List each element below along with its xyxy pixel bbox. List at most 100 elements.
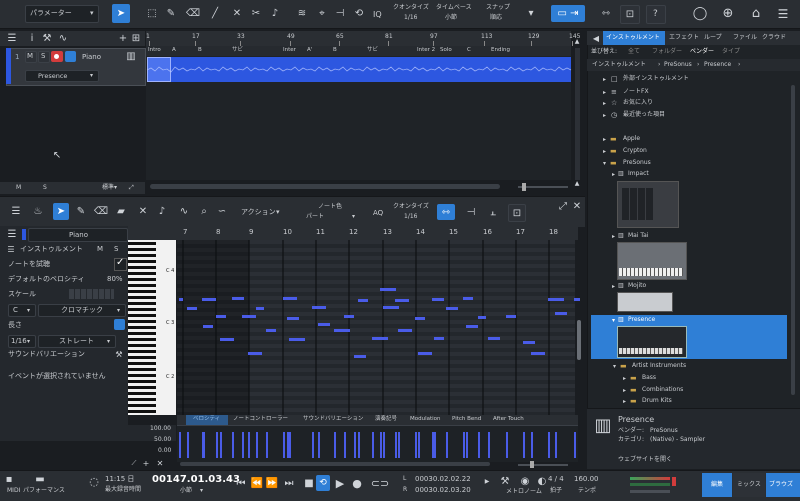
track-monitor-button[interactable] bbox=[65, 51, 76, 62]
midi-note[interactable] bbox=[488, 337, 500, 340]
velocity-bar[interactable] bbox=[358, 432, 360, 458]
midi-note[interactable] bbox=[523, 341, 535, 344]
inspector-list-icon-2[interactable]: ☰ bbox=[6, 244, 16, 254]
midi-note[interactable] bbox=[380, 288, 396, 291]
velocity-bar[interactable] bbox=[434, 432, 436, 458]
browser-preset-folder[interactable]: Drum Kits bbox=[642, 398, 672, 404]
midi-note[interactable] bbox=[202, 298, 216, 301]
paint-tool-icon[interactable]: ╱ bbox=[206, 4, 224, 23]
lane-tab[interactable]: 演奏記号 bbox=[375, 416, 397, 423]
close-icon[interactable]: ✕ bbox=[572, 201, 582, 212]
midi-note[interactable] bbox=[398, 329, 412, 332]
track-options-icon[interactable]: ⊞ bbox=[130, 31, 142, 46]
chevron-right-icon[interactable]: ▸ bbox=[612, 172, 615, 178]
editor-list-icon[interactable]: ☰ bbox=[8, 202, 24, 220]
midi-note[interactable] bbox=[203, 325, 213, 328]
arrange-scroll-down-icon[interactable]: ▲ bbox=[572, 178, 582, 188]
record-icon[interactable]: ● bbox=[350, 476, 364, 490]
rewind-icon[interactable]: ⏪ bbox=[251, 476, 263, 490]
black-key[interactable] bbox=[128, 386, 156, 389]
black-key[interactable] bbox=[128, 380, 156, 383]
footer-mute-label[interactable]: M bbox=[16, 185, 21, 191]
velocity-bar[interactable] bbox=[574, 432, 576, 458]
black-key[interactable] bbox=[128, 362, 156, 365]
browser-scrollbar[interactable] bbox=[791, 85, 795, 395]
transient-icon[interactable]: ⟲ bbox=[350, 4, 368, 23]
black-key[interactable] bbox=[128, 344, 156, 347]
midi-note[interactable] bbox=[334, 329, 350, 332]
midi-note[interactable] bbox=[432, 298, 444, 301]
black-key[interactable] bbox=[128, 266, 156, 269]
midi-note[interactable] bbox=[383, 306, 399, 309]
back-arrow-icon[interactable]: ◀ bbox=[591, 32, 601, 44]
editor-zoom-handle[interactable] bbox=[530, 461, 534, 468]
marker-label[interactable]: Inter 2 bbox=[417, 47, 435, 54]
browser-instrument[interactable]: Mai Tai bbox=[628, 233, 648, 239]
midi-note[interactable] bbox=[463, 297, 473, 300]
velocity-bar[interactable] bbox=[380, 432, 382, 458]
piano-keyboard[interactable] bbox=[128, 240, 176, 415]
velocity-bar[interactable] bbox=[283, 432, 285, 458]
velocity-bar[interactable] bbox=[506, 432, 508, 458]
chevron-right-icon[interactable]: ▾ bbox=[613, 364, 616, 370]
black-key[interactable] bbox=[128, 404, 156, 407]
velocity-lane[interactable] bbox=[177, 425, 578, 462]
velocity-bar[interactable] bbox=[383, 432, 385, 458]
marker-label[interactable]: A' bbox=[307, 47, 312, 54]
parameter-dropdown[interactable]: パラメーター ▾ bbox=[25, 5, 99, 23]
black-key[interactable] bbox=[128, 260, 156, 263]
black-key[interactable] bbox=[128, 374, 156, 377]
lane-add-icon[interactable]: + bbox=[141, 459, 151, 468]
audio-bend-icon[interactable]: ⊣ bbox=[331, 4, 349, 23]
browser-tab[interactable]: エフェクト bbox=[669, 35, 699, 41]
velocity-bar[interactable] bbox=[398, 432, 400, 458]
tempo-value[interactable]: 160.00 bbox=[574, 476, 599, 483]
velocity-value[interactable]: 80% bbox=[107, 276, 123, 283]
velocity-bar[interactable] bbox=[548, 432, 550, 458]
black-key[interactable] bbox=[128, 350, 156, 353]
list-icon[interactable]: ☰ bbox=[6, 31, 18, 46]
snap-value[interactable]: 順応 bbox=[490, 15, 502, 21]
add-track-icon[interactable]: + bbox=[117, 31, 129, 46]
midi-note[interactable] bbox=[555, 312, 567, 315]
precount-icon[interactable]: ◐ bbox=[537, 476, 547, 487]
midi-note[interactable] bbox=[466, 325, 478, 328]
velocity-bar[interactable] bbox=[220, 432, 222, 458]
pencil-tool-icon[interactable]: ✎ bbox=[162, 4, 180, 23]
lane-remove-icon[interactable]: ✕ bbox=[155, 459, 165, 468]
metronome-icon[interactable]: ◉ bbox=[520, 476, 530, 487]
browser-tab[interactable]: ループ bbox=[704, 35, 722, 41]
time-signature[interactable]: 4 / 4 bbox=[548, 476, 564, 483]
velocity-bar[interactable] bbox=[555, 432, 557, 458]
velocity-bar[interactable] bbox=[318, 432, 320, 458]
black-key[interactable] bbox=[128, 332, 156, 335]
mute-tool-icon[interactable]: ✕ bbox=[228, 4, 246, 23]
velocity-bar[interactable] bbox=[248, 432, 250, 458]
midi-note[interactable] bbox=[434, 337, 444, 340]
breadcrumb-root[interactable]: インストゥルメント bbox=[592, 62, 646, 68]
marker-label[interactable]: Ending bbox=[491, 47, 510, 54]
range-tool-icon[interactable]: ⬚ bbox=[143, 4, 161, 23]
black-key[interactable] bbox=[128, 254, 156, 257]
breadcrumb-instrument[interactable]: Presence bbox=[704, 62, 731, 68]
browser-tab[interactable]: ファイル bbox=[733, 35, 757, 41]
black-key[interactable] bbox=[128, 248, 156, 251]
editor-mute-icon[interactable]: ✕ bbox=[135, 202, 151, 220]
black-key[interactable] bbox=[128, 410, 156, 413]
browser-item[interactable]: 外部インストゥルメント bbox=[623, 76, 689, 82]
arrange-scroll-up-icon[interactable]: ▲ bbox=[572, 36, 582, 46]
editor-paint-icon[interactable]: ▰ bbox=[113, 202, 129, 220]
play-icon[interactable]: ▶ bbox=[333, 476, 347, 490]
sync-icon[interactable]: ⊕ bbox=[718, 4, 738, 23]
midi-note[interactable] bbox=[531, 352, 545, 355]
footer-mode-label[interactable]: 標準 bbox=[102, 185, 114, 191]
pre-roll-icon[interactable]: ▶ bbox=[482, 476, 492, 486]
length-link-button[interactable] bbox=[114, 319, 125, 330]
editor-transpose-icon[interactable]: ∽ bbox=[214, 202, 230, 220]
browser-vendor[interactable]: Apple bbox=[623, 136, 640, 142]
midi-note[interactable] bbox=[358, 299, 368, 302]
editor-scroll-icon[interactable]: ⫠ bbox=[484, 204, 502, 220]
velocity-bar[interactable] bbox=[531, 432, 533, 458]
chevron-right-icon[interactable]: ▸ bbox=[612, 284, 615, 290]
midi-note[interactable] bbox=[248, 352, 262, 355]
